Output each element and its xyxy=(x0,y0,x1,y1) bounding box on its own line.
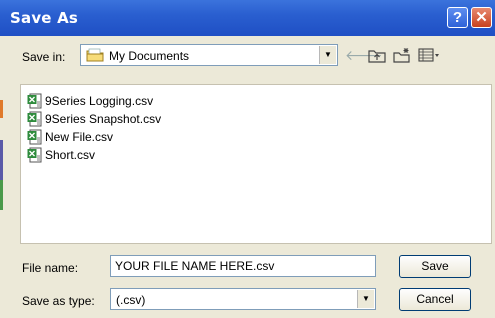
save-as-dialog: Save As ? ✕ Save in: My Documents ▼ 🡐 9S… xyxy=(0,0,495,318)
close-icon: ✕ xyxy=(475,9,488,26)
csv-file-icon xyxy=(27,129,42,145)
new-folder-icon[interactable] xyxy=(393,47,411,63)
save-in-dropdown[interactable]: My Documents ▼ xyxy=(80,44,338,66)
cancel-button[interactable]: Cancel xyxy=(399,288,471,311)
background-window-edge xyxy=(0,180,3,210)
list-item[interactable]: Short.csv xyxy=(27,146,95,164)
title-bar[interactable]: Save As ? ✕ xyxy=(0,0,495,36)
save-in-label: Save in: xyxy=(22,50,66,64)
list-item[interactable]: 9Series Snapshot.csv xyxy=(27,110,161,128)
save-as-type-value: (.csv) xyxy=(116,293,146,307)
csv-file-icon xyxy=(27,147,42,163)
folder-icon xyxy=(86,48,104,62)
help-icon: ? xyxy=(452,9,463,26)
save-in-value: My Documents xyxy=(109,49,190,63)
file-name: New File.csv xyxy=(45,130,114,144)
list-item[interactable]: New File.csv xyxy=(27,128,113,146)
save-button[interactable]: Save xyxy=(399,255,471,278)
up-folder-icon[interactable] xyxy=(368,47,386,63)
dialog-title: Save As xyxy=(10,9,79,27)
file-name: Short.csv xyxy=(45,148,96,162)
views-menu-icon[interactable] xyxy=(418,47,440,63)
help-button[interactable]: ? xyxy=(447,7,468,28)
csv-file-icon xyxy=(27,111,42,127)
file-name-label: File name: xyxy=(22,261,79,275)
chevron-down-icon[interactable]: ▼ xyxy=(319,46,336,64)
background-window-edge xyxy=(0,140,3,180)
save-as-type-label: Save as type: xyxy=(22,294,95,308)
chevron-down-icon[interactable]: ▼ xyxy=(357,290,374,308)
file-name: 9Series Logging.csv xyxy=(45,94,154,108)
close-button[interactable]: ✕ xyxy=(471,7,492,28)
save-as-type-dropdown[interactable]: (.csv) ▼ xyxy=(110,288,376,310)
file-list[interactable]: 9Series Logging.csv 9Series Snapshot.csv… xyxy=(20,84,492,244)
csv-file-icon xyxy=(27,93,42,109)
list-item[interactable]: 9Series Logging.csv xyxy=(27,92,153,110)
file-name-input[interactable]: YOUR FILE NAME HERE.csv xyxy=(110,255,376,277)
background-window-edge xyxy=(0,100,3,118)
file-name: 9Series Snapshot.csv xyxy=(45,112,162,126)
